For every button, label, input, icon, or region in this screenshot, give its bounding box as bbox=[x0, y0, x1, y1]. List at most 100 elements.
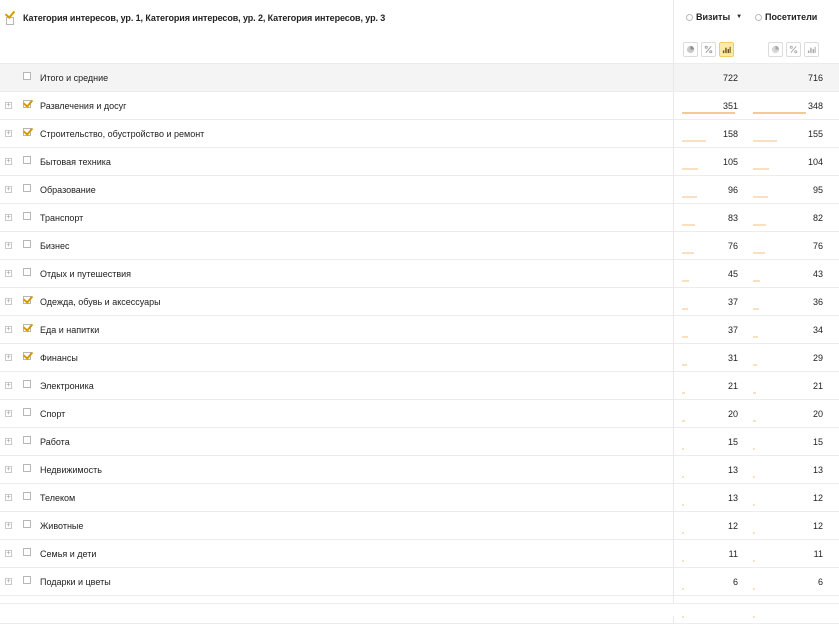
visitors-share-bar bbox=[753, 140, 777, 142]
row-checkbox[interactable] bbox=[23, 492, 31, 500]
table-row[interactable]: + Развлечения и досуг 351 348 bbox=[0, 92, 839, 120]
row-checkbox[interactable] bbox=[23, 520, 31, 528]
row-label[interactable]: Животные bbox=[40, 521, 83, 531]
report-table: Категория интересов, ур. 1, Категория ин… bbox=[0, 0, 839, 624]
expand-row-icon[interactable]: + bbox=[5, 158, 12, 165]
table-row[interactable]: + Работа 15 15 bbox=[0, 428, 839, 456]
row-label[interactable]: Транспорт bbox=[40, 213, 83, 223]
row-checkbox[interactable] bbox=[23, 548, 31, 556]
visitors-column-header[interactable]: Посетители bbox=[755, 12, 817, 22]
bar-chart-icon[interactable] bbox=[804, 42, 819, 57]
row-checkbox[interactable] bbox=[23, 296, 31, 304]
visits-share-bar bbox=[682, 140, 706, 142]
expand-row-icon[interactable]: + bbox=[5, 186, 12, 193]
row-checkbox[interactable] bbox=[23, 352, 31, 360]
totals-checkbox[interactable] bbox=[23, 72, 31, 80]
dimension-header-title[interactable]: Категория интересов, ур. 1, Категория ин… bbox=[23, 13, 385, 23]
row-checkbox[interactable] bbox=[23, 464, 31, 472]
row-label[interactable]: Строительство, обустройство и ремонт bbox=[40, 129, 204, 139]
row-label[interactable]: Еда и напитки bbox=[40, 325, 99, 335]
pie-chart-icon[interactable] bbox=[768, 42, 783, 57]
visitors-share-bar bbox=[753, 420, 756, 422]
sort-desc-icon[interactable]: ▼ bbox=[736, 14, 742, 20]
visits-share-bar bbox=[682, 252, 694, 254]
expand-row-icon[interactable]: + bbox=[5, 354, 12, 361]
expand-row-icon[interactable]: + bbox=[5, 298, 12, 305]
row-label[interactable]: Финансы bbox=[40, 353, 78, 363]
table-row[interactable]: + Образование 96 95 bbox=[0, 176, 839, 204]
visitors-share-bar bbox=[753, 392, 756, 394]
table-row[interactable]: + Строительство, обустройство и ремонт 158… bbox=[0, 120, 839, 148]
expand-row-icon[interactable]: + bbox=[5, 242, 12, 249]
row-label[interactable]: Подарки и цветы bbox=[40, 577, 111, 587]
visits-value: 6 bbox=[732, 577, 738, 587]
visits-share-bar bbox=[682, 616, 684, 618]
row-label[interactable]: Отдых и путешествия bbox=[40, 269, 131, 279]
row-label[interactable]: Одежда, обувь и аксессуары bbox=[40, 297, 161, 307]
bar-chart-icon[interactable] bbox=[719, 42, 734, 57]
row-checkbox[interactable] bbox=[23, 240, 31, 248]
row-label[interactable]: Недвижимость bbox=[40, 465, 102, 475]
table-row[interactable]: + Бытовая техника 105 104 bbox=[0, 148, 839, 176]
expand-row-icon[interactable]: + bbox=[5, 102, 12, 109]
pie-chart-icon[interactable] bbox=[683, 42, 698, 57]
visitors-share-bar bbox=[753, 448, 755, 450]
visitors-share-bar bbox=[753, 476, 755, 478]
row-label[interactable]: Телеком bbox=[40, 493, 75, 503]
row-label[interactable]: Семья и дети bbox=[40, 549, 96, 559]
row-label[interactable]: Бытовая техника bbox=[40, 157, 111, 167]
row-checkbox[interactable] bbox=[23, 576, 31, 584]
table-row[interactable]: + Животные 12 12 bbox=[0, 512, 839, 540]
expand-row-icon[interactable]: + bbox=[5, 578, 12, 585]
visits-share-bar bbox=[682, 560, 684, 562]
expand-row-icon[interactable]: + bbox=[5, 270, 12, 277]
expand-row-icon[interactable]: + bbox=[5, 382, 12, 389]
row-label[interactable]: Бизнес bbox=[40, 241, 70, 251]
row-checkbox[interactable] bbox=[23, 268, 31, 276]
row-checkbox[interactable] bbox=[23, 184, 31, 192]
table-row[interactable]: + Бизнес 76 76 bbox=[0, 232, 839, 260]
table-row[interactable]: + Подарки и цветы 6 6 bbox=[0, 568, 839, 596]
row-checkbox[interactable] bbox=[23, 408, 31, 416]
row-checkbox[interactable] bbox=[23, 100, 31, 108]
percent-icon[interactable] bbox=[701, 42, 716, 57]
row-label[interactable]: Образование bbox=[40, 185, 96, 195]
table-row[interactable]: + Транспорт 83 82 bbox=[0, 204, 839, 232]
percent-icon[interactable] bbox=[786, 42, 801, 57]
visits-share-bar bbox=[682, 392, 685, 394]
table-row[interactable]: + Электроника 21 21 bbox=[0, 372, 839, 400]
row-label[interactable]: Спорт bbox=[40, 409, 65, 419]
expand-row-icon[interactable]: + bbox=[5, 494, 12, 501]
row-checkbox[interactable] bbox=[23, 436, 31, 444]
table-row[interactable]: + Одежда, обувь и аксессуары 37 36 bbox=[0, 288, 839, 316]
table-row[interactable]: + Еда и напитки 37 34 bbox=[0, 316, 839, 344]
row-label[interactable]: Электроника bbox=[40, 381, 94, 391]
table-row[interactable]: + Спорт 20 20 bbox=[0, 400, 839, 428]
header-checkbox[interactable] bbox=[6, 12, 14, 30]
visits-value: 158 bbox=[722, 129, 738, 139]
expand-row-icon[interactable]: + bbox=[5, 522, 12, 529]
expand-row-icon[interactable]: + bbox=[5, 326, 12, 333]
expand-row-icon[interactable]: + bbox=[5, 410, 12, 417]
expand-row-icon[interactable]: + bbox=[5, 550, 12, 557]
expand-row-icon[interactable]: + bbox=[5, 438, 12, 445]
table-row[interactable]: + Телеком 13 12 bbox=[0, 484, 839, 512]
table-row[interactable]: + Семья и дети 11 11 bbox=[0, 540, 839, 568]
row-label[interactable]: Работа bbox=[40, 437, 70, 447]
expand-row-icon[interactable]: + bbox=[5, 466, 12, 473]
table-row[interactable]: + Финансы 31 29 bbox=[0, 344, 839, 372]
expand-row-icon[interactable]: + bbox=[5, 214, 12, 221]
row-checkbox[interactable] bbox=[23, 156, 31, 164]
row-checkbox[interactable] bbox=[23, 212, 31, 220]
table-row[interactable]: + Недвижимость 13 13 bbox=[0, 456, 839, 484]
row-checkbox[interactable] bbox=[23, 128, 31, 136]
table-row[interactable]: + Отдых и путешествия 45 43 bbox=[0, 260, 839, 288]
visitors-value: 12 bbox=[812, 521, 823, 531]
expand-row-icon[interactable]: + bbox=[5, 130, 12, 137]
visitors-share-bar bbox=[753, 168, 769, 170]
visitors-share-bar bbox=[753, 224, 766, 226]
row-checkbox[interactable] bbox=[23, 380, 31, 388]
visits-column-header[interactable]: Визиты ▼ bbox=[686, 12, 742, 22]
row-label[interactable]: Развлечения и досуг bbox=[40, 101, 126, 111]
row-checkbox[interactable] bbox=[23, 324, 31, 332]
